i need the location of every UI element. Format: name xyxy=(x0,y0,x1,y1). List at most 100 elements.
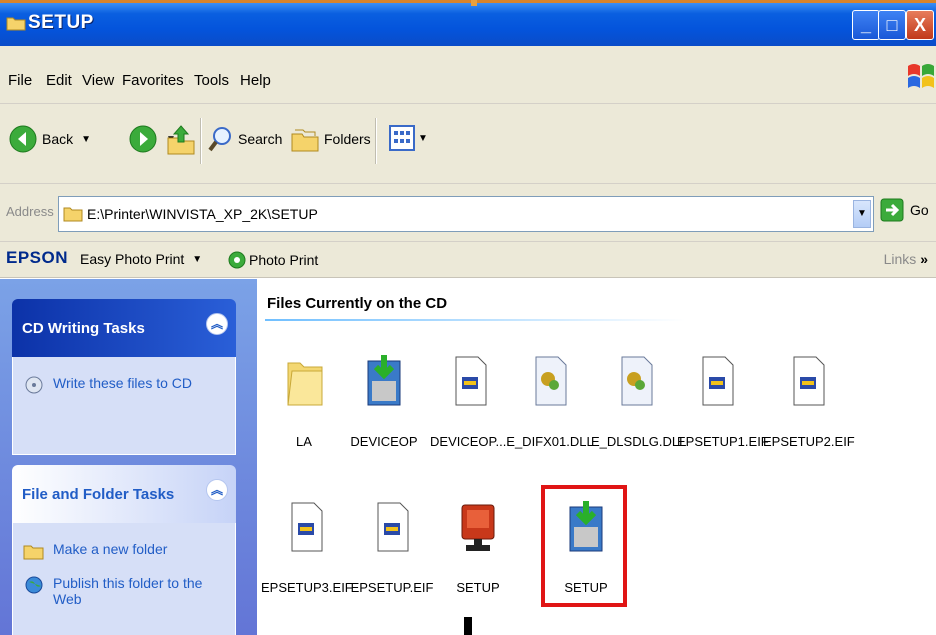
task-label: Publish this folder to the Web xyxy=(53,575,203,607)
up-folder-icon xyxy=(167,125,195,155)
maximize-button[interactable]: □ xyxy=(878,10,906,40)
highlight-box xyxy=(541,485,627,607)
epson-toolbar: EPSON Easy Photo Print ▼ Photo Print Lin… xyxy=(0,242,936,278)
menu-edit[interactable]: Edit xyxy=(46,72,72,89)
window-title: SETUP xyxy=(28,12,94,33)
file-name: EPSETUP.EIF xyxy=(350,580,434,595)
menu-view[interactable]: View xyxy=(82,72,114,89)
file-item[interactable]: EPSETUP.EIF xyxy=(347,499,437,595)
panel-title: CD Writing Tasks xyxy=(22,320,145,337)
search-icon xyxy=(208,127,231,152)
panel-title: File and Folder Tasks xyxy=(22,486,175,503)
menu-bar: File Edit View Favorites Tools Help xyxy=(0,46,936,104)
standard-toolbar: Back ▼ ▼ Search Folders xyxy=(0,104,936,184)
title-bar-marker xyxy=(471,0,477,6)
easy-photo-print-button[interactable]: Easy Photo Print ▼ xyxy=(80,251,202,267)
eif-file-icon xyxy=(291,502,323,552)
minimize-button[interactable]: _ xyxy=(852,10,880,40)
file-name: E_DLSDLG.DLL xyxy=(591,434,687,449)
section-title: Files Currently on the CD xyxy=(267,295,448,312)
panel-header[interactable]: File and Folder Tasks ︽ xyxy=(12,465,236,523)
search-label: Search xyxy=(238,131,283,147)
make-new-folder-link[interactable]: Make a new folder xyxy=(23,541,225,561)
section-divider xyxy=(265,319,685,321)
search-button[interactable]: Search xyxy=(208,124,282,154)
panel-header[interactable]: CD Writing Tasks ︽ xyxy=(12,299,236,357)
menu-file[interactable]: File xyxy=(8,72,32,89)
file-name: SETUP xyxy=(456,580,500,595)
toolbar-separator xyxy=(375,118,377,164)
collapse-chevron-icon[interactable]: ︽ xyxy=(206,313,228,335)
folder-icon xyxy=(287,362,323,406)
file-item[interactable]: EPSETUP2.EIF xyxy=(763,353,855,449)
globe-icon xyxy=(25,576,43,594)
folder-icon xyxy=(6,17,26,31)
views-button[interactable]: ▼ xyxy=(388,124,428,152)
file-name: DEVICEOP xyxy=(350,434,418,449)
easy-photo-print-label: Easy Photo Print xyxy=(80,251,185,267)
cd-writing-tasks-panel: CD Writing Tasks ︽ Write these files to … xyxy=(12,299,236,455)
file-name: EPSETUP2.EIF xyxy=(763,434,855,449)
file-item[interactable]: DEVICEOP xyxy=(339,353,429,449)
epson-logo: EPSON xyxy=(6,248,69,267)
file-name: DEVICEOP.... xyxy=(430,434,510,449)
up-folder-button[interactable] xyxy=(166,124,196,156)
menu-help[interactable]: Help xyxy=(240,72,271,89)
file-name: EPSETUP3.EIF xyxy=(261,580,353,595)
folders-label: Folders xyxy=(324,131,371,147)
file-item[interactable]: SETUP xyxy=(433,499,523,595)
folder-icon xyxy=(63,207,83,222)
chevron-down-icon[interactable]: ▼ xyxy=(192,254,202,265)
go-button[interactable]: Go xyxy=(880,198,929,222)
menu-tools[interactable]: Tools xyxy=(194,72,229,89)
close-button[interactable]: X xyxy=(906,10,934,40)
links-label[interactable]: Links » xyxy=(884,251,928,267)
folders-button[interactable]: Folders xyxy=(290,124,371,154)
write-files-to-cd-link[interactable]: Write these files to CD xyxy=(23,375,225,395)
go-label: Go xyxy=(910,202,929,218)
cd-burn-icon xyxy=(25,376,43,394)
file-folder-tasks-panel: File and Folder Tasks ︽ Make a new folde… xyxy=(12,465,236,635)
dll-file-icon xyxy=(621,356,653,406)
installer-icon xyxy=(367,355,401,406)
back-label: Back xyxy=(42,131,74,147)
text-cursor xyxy=(464,617,472,635)
file-name: E_DIFX01.DLL xyxy=(506,434,594,449)
file-item[interactable]: EPSETUP1.EIF xyxy=(677,353,769,449)
chevron-down-icon[interactable]: ▼ xyxy=(81,134,91,145)
file-item[interactable]: E_DLSDLG.DLL xyxy=(591,353,687,449)
address-input[interactable]: E:\Printer\WINVISTA_XP_2K\SETUP ▼ xyxy=(58,196,874,232)
photo-print-button[interactable]: Photo Print xyxy=(228,251,318,269)
dll-file-icon xyxy=(535,356,567,406)
file-list-area: Files Currently on the CD LA DEVICEOP DE… xyxy=(257,279,936,635)
eif-file-icon xyxy=(702,356,734,406)
back-button[interactable]: Back ▼ xyxy=(8,124,91,154)
file-item[interactable]: DEVICEOP.... xyxy=(425,353,515,449)
file-name: EPSETUP1.EIF xyxy=(677,434,769,449)
forward-arrow-icon xyxy=(129,125,157,153)
task-label: Write these files to CD xyxy=(53,375,193,391)
publish-folder-to-web-link[interactable]: Publish this folder to the Web xyxy=(23,575,225,607)
file-name: LA xyxy=(296,434,312,449)
address-bar: Address E:\Printer\WINVISTA_XP_2K\SETUP … xyxy=(0,184,936,242)
collapse-chevron-icon[interactable]: ︽ xyxy=(206,479,228,501)
windows-logo-icon xyxy=(908,64,934,88)
menu-favorites[interactable]: Favorites xyxy=(122,72,184,89)
file-item[interactable]: E_DIFX01.DLL xyxy=(505,353,595,449)
back-arrow-icon xyxy=(9,125,37,153)
photo-print-icon xyxy=(228,251,246,269)
views-icon xyxy=(389,125,415,151)
chevron-down-icon[interactable]: ▼ xyxy=(418,133,428,144)
file-item[interactable]: LA xyxy=(259,353,349,449)
panel-body: Write these files to CD xyxy=(12,357,236,455)
address-dropdown-button[interactable]: ▼ xyxy=(853,200,871,228)
folders-icon xyxy=(291,129,319,152)
file-item[interactable]: EPSETUP3.EIF xyxy=(261,499,353,595)
setup-exe-icon xyxy=(461,504,495,551)
title-bar: SETUP _ □ X xyxy=(0,0,936,46)
toolbar-separator xyxy=(200,118,202,164)
address-path: E:\Printer\WINVISTA_XP_2K\SETUP xyxy=(87,206,318,222)
new-folder-icon xyxy=(23,545,44,560)
eif-file-icon xyxy=(377,502,409,552)
eif-file-icon xyxy=(455,356,487,406)
